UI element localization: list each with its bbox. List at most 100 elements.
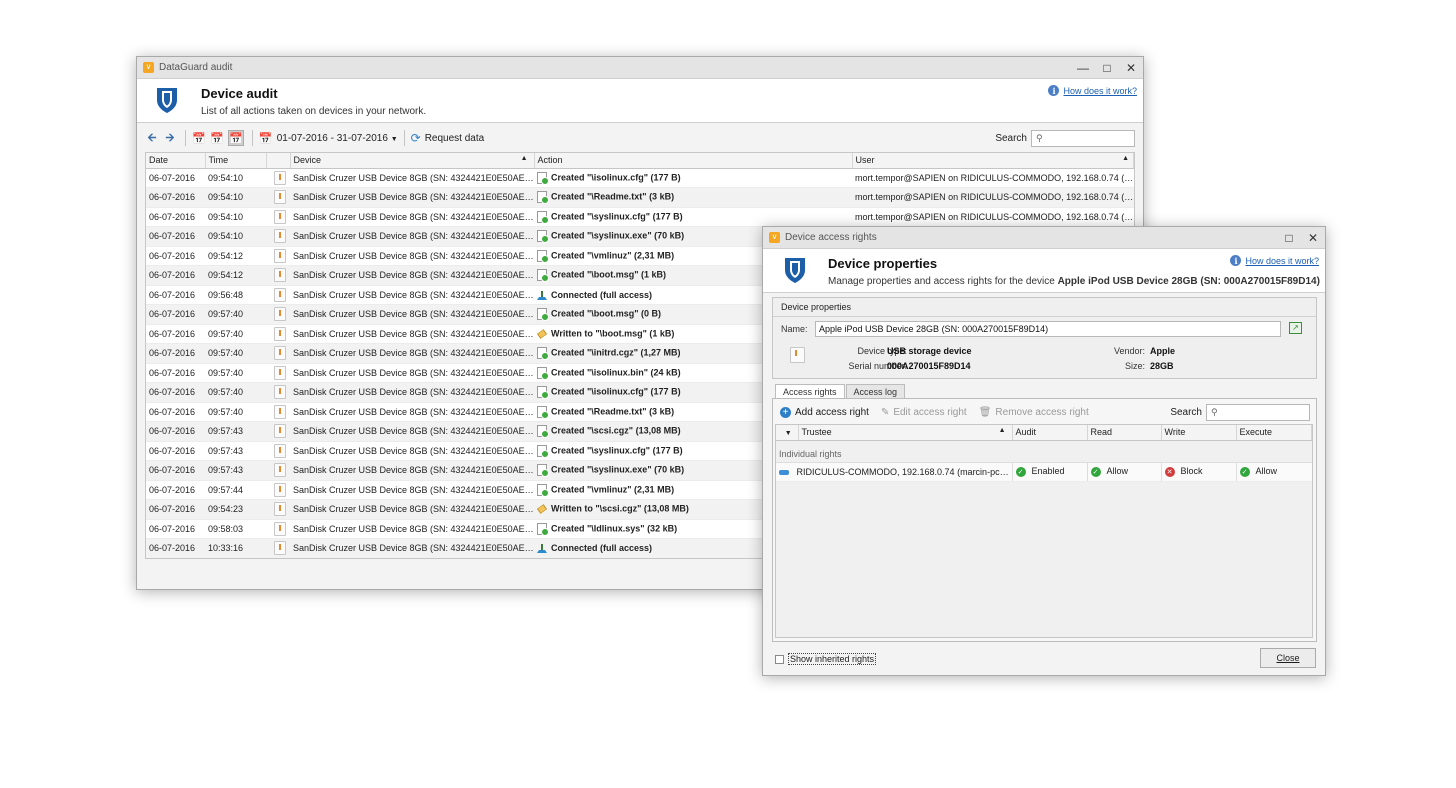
- device-cell: SanDisk Cruzer USB Device 8GB (SN: 43244…: [290, 480, 534, 500]
- device-access-rights-window: V Device access rights □ ✕ Device proper…: [762, 226, 1326, 676]
- audit-header: Device audit List of all actions taken o…: [137, 79, 1143, 123]
- device-cell: SanDisk Cruzer USB Device 8GB (SN: 43244…: [290, 246, 534, 266]
- close-button[interactable]: Close: [1260, 648, 1316, 668]
- col-execute[interactable]: Execute: [1236, 425, 1312, 441]
- device-icon-cell: [266, 187, 290, 208]
- search-icon: ⚲: [1036, 132, 1043, 143]
- table-row[interactable]: 06-07-2016 09:54:10 SanDisk Cruzer USB Dev…: [146, 168, 1134, 188]
- back-arrow-icon[interactable]: 🡨: [145, 130, 159, 146]
- toolbar-separator: [403, 130, 405, 146]
- time-cell: 09:57:40: [205, 382, 266, 403]
- col-write[interactable]: Write: [1161, 425, 1237, 441]
- request-data-label: Request data: [424, 132, 485, 144]
- edit-access-right-button[interactable]: ✎ Edit access right: [881, 407, 967, 418]
- checkbox-box[interactable]: [775, 654, 784, 664]
- how-does-it-work-link[interactable]: How does it work?: [1245, 256, 1319, 266]
- col-date[interactable]: Date: [146, 153, 206, 169]
- action-cell-text: Created "\isolinux.cfg" (177 B): [551, 172, 681, 183]
- maximize-icon[interactable]: □: [1101, 61, 1113, 75]
- date-range-dropdown[interactable]: 01-07-2016 - 31-07-2016 ▼: [277, 133, 398, 144]
- date-cell-text: 06-07-2016: [149, 211, 196, 222]
- read-cell[interactable]: ✓ Allow: [1087, 462, 1162, 482]
- col-trustee[interactable]: Trustee ▲: [798, 425, 1013, 441]
- rights-header: Device properties Manage properties and …: [763, 249, 1325, 293]
- vendor-value: Apple: [1150, 346, 1176, 356]
- date-cell-text: 06-07-2016: [149, 250, 196, 261]
- show-inherited-checkbox[interactable]: Show inherited rights: [775, 653, 877, 665]
- time-cell: 09:58:03: [205, 519, 266, 539]
- device-name-input[interactable]: Apple iPod USB Device 28GB (SN: 000A2700…: [815, 321, 1281, 337]
- time-cell: 09:54:12: [205, 246, 266, 266]
- close-button-label: Close: [1276, 653, 1300, 663]
- action-cell-text: Created "\vmlinuz" (2,31 MB): [551, 250, 675, 261]
- app-icon: V: [769, 232, 780, 243]
- execute-cell[interactable]: ✓ Allow: [1236, 462, 1312, 482]
- date-cell: 06-07-2016: [146, 343, 205, 364]
- device-cell-text: SanDisk Cruzer USB Device 8GB (SN: 43244…: [293, 465, 534, 476]
- date-cell: 06-07-2016: [146, 460, 205, 481]
- col-action[interactable]: Action: [534, 153, 853, 169]
- col-filter[interactable]: ▼: [776, 425, 799, 441]
- rights-row[interactable]: RIDICULUS-COMMODO, 192.168.0.74 (marcin-…: [776, 462, 1312, 482]
- add-access-right-button[interactable]: + Add access right: [780, 407, 869, 418]
- table-row[interactable]: 06-07-2016 09:54:10 SanDisk Cruzer USB Dev…: [146, 187, 1134, 208]
- trustee-cell: RIDICULUS-COMMODO, 192.168.0.74 (marcin-…: [776, 462, 1013, 482]
- col-user[interactable]: User ▲: [852, 153, 1134, 169]
- sort-asc-icon: ▲: [520, 155, 528, 163]
- date-cell: 06-07-2016: [146, 363, 205, 383]
- block-icon: ✕: [1164, 467, 1175, 478]
- date-cell-text: 06-07-2016: [149, 484, 196, 495]
- rights-grid: ▼ Trustee ▲ Audit Read Write Execute Ind…: [775, 424, 1313, 638]
- col-time[interactable]: Time: [205, 153, 267, 169]
- audit-cell[interactable]: ✓ Enabled: [1012, 462, 1088, 482]
- calendar-month-icon[interactable]: 📅: [228, 130, 244, 146]
- time-cell: 09:57:40: [205, 402, 266, 422]
- device-cell-text: SanDisk Cruzer USB Device 8GB (SN: 43244…: [293, 231, 534, 242]
- info-icon: i: [1230, 255, 1242, 266]
- col-icon[interactable]: [266, 153, 291, 169]
- tab-access-rights[interactable]: Access rights: [775, 384, 845, 399]
- device-properties-group: Device properties Name: Apple iPod USB D…: [772, 297, 1317, 379]
- col-read[interactable]: Read: [1087, 425, 1162, 441]
- close-icon[interactable]: ✕: [1125, 61, 1137, 75]
- info-icon: i: [1048, 85, 1060, 96]
- scroll-up-icon[interactable]: ▲: [1122, 155, 1129, 162]
- col-audit[interactable]: Audit: [1012, 425, 1088, 441]
- user-cell-text: mort.tempor@SAPIEN on RIDICULUS-COMMODO,…: [855, 172, 1134, 183]
- tab-access-log[interactable]: Access log: [845, 384, 906, 399]
- forward-arrow-icon[interactable]: 🡪: [163, 130, 177, 146]
- export-icon[interactable]: ↗: [1289, 322, 1302, 334]
- device-icon-cell: [266, 246, 290, 266]
- file-created-icon: [537, 366, 549, 380]
- minimize-icon[interactable]: —: [1077, 61, 1089, 75]
- date-cell-text: 06-07-2016: [149, 543, 196, 554]
- file-created-icon: [537, 210, 549, 224]
- device-cell: SanDisk Cruzer USB Device 8GB (SN: 43244…: [290, 343, 534, 364]
- how-does-it-work-link[interactable]: How does it work?: [1063, 86, 1137, 96]
- search-input[interactable]: ⚲: [1031, 129, 1135, 147]
- vendor-label: Vendor:: [1113, 346, 1145, 356]
- calendar-day-icon[interactable]: 📅: [192, 130, 206, 146]
- table-row[interactable]: 06-07-2016 09:54:10 SanDisk Cruzer USB Dev…: [146, 207, 1134, 227]
- remove-access-right-button[interactable]: 🗑 Remove access right: [979, 407, 1089, 418]
- user-cell: mort.tempor@SAPIEN on RIDICULUS-COMMODO,…: [852, 207, 1134, 227]
- device-icon-cell: [266, 207, 290, 227]
- time-cell: 09:57:40: [205, 363, 266, 383]
- date-cell: 06-07-2016: [146, 441, 205, 461]
- file-created-icon: [537, 249, 549, 263]
- audit-header-row: Date Time Device ▲ Action User ▲: [146, 153, 1134, 169]
- col-device[interactable]: Device ▲: [290, 153, 535, 169]
- time-cell: 09:57:43: [205, 441, 266, 461]
- device-cell: SanDisk Cruzer USB Device 8GB (SN: 43244…: [290, 499, 534, 520]
- time-cell: 09:57:40: [205, 343, 266, 364]
- maximize-icon[interactable]: □: [1283, 231, 1295, 245]
- device-icon-cell: [266, 265, 290, 286]
- write-cell[interactable]: ✕ Block: [1161, 462, 1237, 482]
- time-cell-text: 09:57:40: [208, 348, 244, 359]
- close-icon[interactable]: ✕: [1307, 231, 1319, 245]
- request-data-button[interactable]: ⟳ Request data: [411, 131, 485, 145]
- calendar-week-icon[interactable]: 📅: [210, 130, 224, 146]
- device-cell: SanDisk Cruzer USB Device 8GB (SN: 43244…: [290, 168, 534, 188]
- rights-search-input[interactable]: ⚲: [1206, 404, 1310, 421]
- usb-device-icon: [273, 307, 286, 322]
